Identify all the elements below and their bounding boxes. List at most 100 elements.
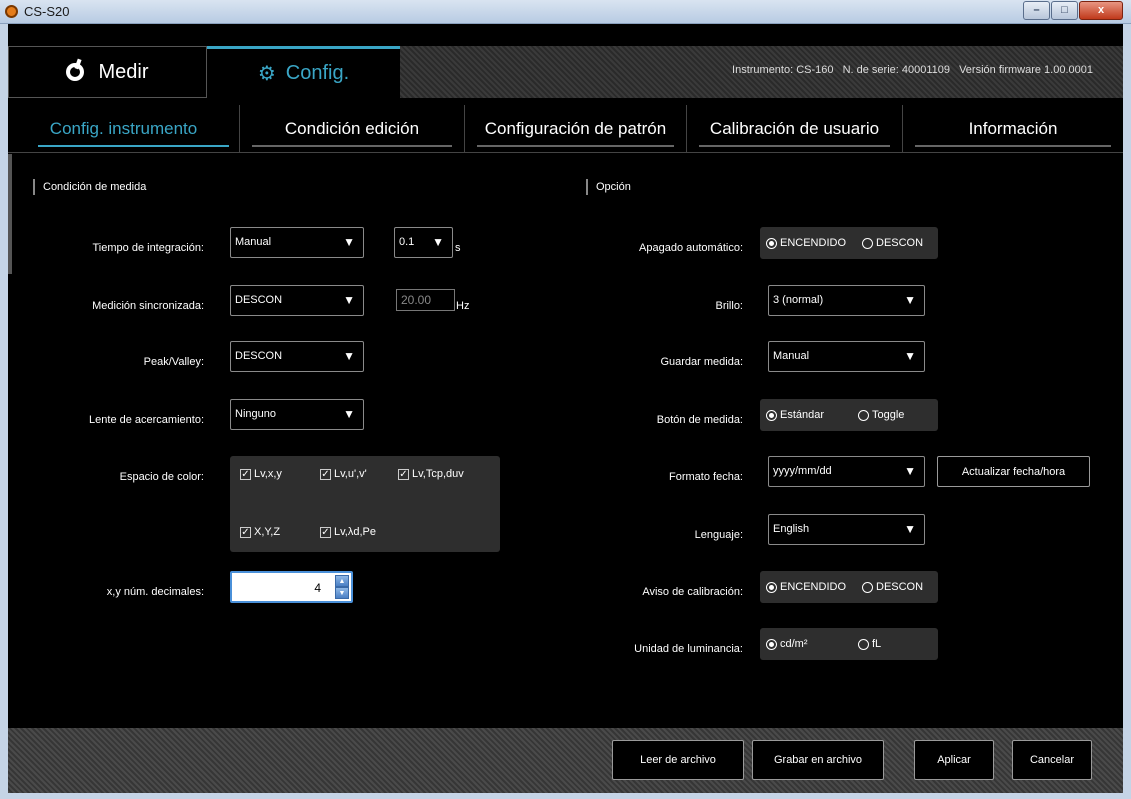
peak-valley-dropdown[interactable]: DESCON ▼ bbox=[230, 341, 364, 372]
calwarn-on-radio[interactable]: ENCENDIDO bbox=[766, 581, 846, 593]
colorspace-lvxy[interactable]: ✓ Lv,x,y bbox=[240, 468, 282, 480]
measure-button-label: Botón de medida: bbox=[656, 414, 743, 426]
save-measure-label: Guardar medida: bbox=[660, 356, 743, 368]
radio-label: DESCON bbox=[876, 237, 924, 249]
bottom-bar: Leer de archivo Grabar en archivo Aplica… bbox=[8, 728, 1123, 793]
unit-cd-radio[interactable]: cd/m² bbox=[766, 638, 808, 650]
main-area: Medir ⚙ Config. Instrumento: CS-160 N. d… bbox=[8, 24, 1123, 793]
measure-button-panel: Estándar Toggle bbox=[760, 399, 938, 431]
luminance-unit-label: Unidad de luminancia: bbox=[634, 643, 743, 655]
minimize-button[interactable]: – bbox=[1023, 1, 1050, 20]
colorspace-xyz[interactable]: ✓ X,Y,Z bbox=[240, 526, 280, 538]
autooff-panel: ENCENDIDO DESCON bbox=[760, 227, 938, 259]
measurement-condition-header: Condición de medida bbox=[33, 179, 146, 195]
tab-measure-label: Medir bbox=[98, 60, 149, 83]
sync-unit: Hz bbox=[456, 300, 470, 312]
lens-label: Lente de acercamiento: bbox=[89, 414, 204, 426]
date-format-dropdown[interactable]: yyyy/mm/dd ▼ bbox=[768, 456, 925, 487]
close-button[interactable]: x bbox=[1079, 1, 1123, 20]
calibration-warning-panel: ENCENDIDO DESCON bbox=[760, 571, 938, 603]
apply-button[interactable]: Aplicar bbox=[914, 740, 994, 780]
tab-label: Config. instrumento bbox=[49, 119, 198, 138]
top-bar: Medir ⚙ Config. Instrumento: CS-160 N. d… bbox=[8, 46, 1123, 98]
colorspace-lvtcp[interactable]: ✓ Lv,Tcp,duv bbox=[398, 468, 464, 480]
chevron-down-icon: ▼ bbox=[904, 349, 916, 363]
autooff-on-radio[interactable]: ENCENDIDO bbox=[766, 237, 846, 249]
lens-value: Ninguno bbox=[235, 408, 276, 420]
colorspace-lvld[interactable]: ✓ Lv,λd,Pe bbox=[320, 526, 376, 538]
decimals-value: 4 bbox=[314, 581, 321, 595]
instrument-info: Instrumento: CS-160 N. de serie: 4000110… bbox=[726, 64, 1093, 76]
brightness-label: Brillo: bbox=[715, 300, 743, 312]
save-measure-value: Manual bbox=[773, 350, 810, 362]
save-measure-dropdown[interactable]: Manual ▼ bbox=[768, 341, 925, 372]
sync-dropdown[interactable]: DESCON ▼ bbox=[230, 285, 364, 316]
autooff-off-radio[interactable]: DESCON bbox=[862, 237, 923, 249]
chevron-down-icon: ▼ bbox=[343, 235, 355, 249]
sub-tabs: Config. instrumento Condición edición Co… bbox=[8, 105, 1123, 153]
integration-label: Tiempo de integración: bbox=[92, 242, 205, 254]
date-format-label: Formato fecha: bbox=[669, 471, 743, 483]
option-header: Opción bbox=[586, 179, 631, 195]
chevron-down-icon: ▼ bbox=[343, 407, 355, 421]
sync-frequency-input[interactable]: 20.00 bbox=[396, 289, 455, 311]
unit-fl-radio[interactable]: fL bbox=[858, 638, 881, 650]
tab-information[interactable]: Información bbox=[903, 105, 1123, 153]
window-titlebar: CS-S20 – □ x bbox=[0, 0, 1131, 24]
check-icon: ✓ bbox=[398, 468, 409, 480]
tab-label: Condición edición bbox=[284, 119, 420, 138]
calibration-warning-label: Aviso de calibración: bbox=[642, 586, 743, 598]
check-icon: ✓ bbox=[320, 468, 331, 480]
integration-mode-value: Manual bbox=[235, 236, 272, 248]
check-icon: ✓ bbox=[320, 526, 331, 538]
brightness-dropdown[interactable]: 3 (normal) ▼ bbox=[768, 285, 925, 316]
tab-measure[interactable]: Medir bbox=[8, 46, 207, 98]
colorspace-lvuv[interactable]: ✓ Lv,u',v' bbox=[320, 468, 367, 480]
read-file-button[interactable]: Leer de archivo bbox=[612, 740, 744, 780]
tab-edit-condition[interactable]: Condición edición bbox=[240, 105, 465, 153]
date-format-value: yyyy/mm/dd bbox=[773, 465, 832, 477]
chevron-down-icon: ▼ bbox=[343, 293, 355, 307]
lens-dropdown[interactable]: Ninguno ▼ bbox=[230, 399, 364, 430]
radio-label: Estándar bbox=[780, 409, 825, 421]
brightness-value: 3 (normal) bbox=[773, 294, 824, 306]
save-file-button[interactable]: Grabar en archivo bbox=[752, 740, 884, 780]
integration-mode-dropdown[interactable]: Manual ▼ bbox=[230, 227, 364, 258]
chevron-down-icon: ▼ bbox=[904, 522, 916, 536]
maximize-button[interactable]: □ bbox=[1051, 1, 1078, 20]
chevron-down-icon: ▼ bbox=[904, 293, 916, 307]
sync-value: DESCON bbox=[235, 294, 283, 306]
button-standard-radio[interactable]: Estándar bbox=[766, 409, 824, 421]
colorspace-label-text: Lv,λd,Pe bbox=[334, 526, 376, 538]
radio-label: DESCON bbox=[876, 581, 924, 593]
button-toggle-radio[interactable]: Toggle bbox=[858, 409, 904, 421]
sync-label: Medición sincronizada: bbox=[92, 300, 204, 312]
peak-valley-value: DESCON bbox=[235, 350, 283, 362]
colorspace-label-text: Lv,Tcp,duv bbox=[412, 468, 464, 480]
cancel-button[interactable]: Cancelar bbox=[1012, 740, 1092, 780]
tab-config[interactable]: ⚙ Config. bbox=[207, 46, 400, 98]
integration-time-dropdown[interactable]: 0.1 ▼ bbox=[394, 227, 453, 258]
spin-up-icon[interactable]: ▲ bbox=[335, 575, 349, 587]
check-icon: ✓ bbox=[240, 468, 251, 480]
radio-label: cd/m² bbox=[780, 638, 808, 650]
language-dropdown[interactable]: English ▼ bbox=[768, 514, 925, 545]
tab-user-calibration[interactable]: Calibración de usuario bbox=[687, 105, 903, 153]
decimals-stepper[interactable]: 4 ▲ ▼ bbox=[230, 571, 353, 603]
check-icon: ✓ bbox=[240, 526, 251, 538]
autooff-label: Apagado automático: bbox=[639, 242, 743, 254]
chevron-down-icon: ▼ bbox=[432, 235, 444, 249]
colorspace-panel: ✓ Lv,x,y ✓ Lv,u',v' ✓ Lv,Tcp,duv ✓ X,Y,Z ✓ Lv… bbox=[230, 456, 500, 552]
window-title: CS-S20 bbox=[24, 4, 70, 19]
radio-label: Toggle bbox=[872, 409, 905, 421]
tab-instrument-config[interactable]: Config. instrumento bbox=[8, 105, 240, 153]
calwarn-off-radio[interactable]: DESCON bbox=[862, 581, 923, 593]
tab-label: Configuración de patrón bbox=[484, 119, 667, 138]
spin-down-icon[interactable]: ▼ bbox=[335, 587, 349, 599]
tab-pattern-config[interactable]: Configuración de patrón bbox=[465, 105, 687, 153]
measure-icon bbox=[66, 63, 85, 81]
radio-label: ENCENDIDO bbox=[780, 581, 847, 593]
chevron-down-icon: ▼ bbox=[904, 464, 916, 478]
chevron-down-icon: ▼ bbox=[343, 349, 355, 363]
update-datetime-button[interactable]: Actualizar fecha/hora bbox=[937, 456, 1090, 487]
